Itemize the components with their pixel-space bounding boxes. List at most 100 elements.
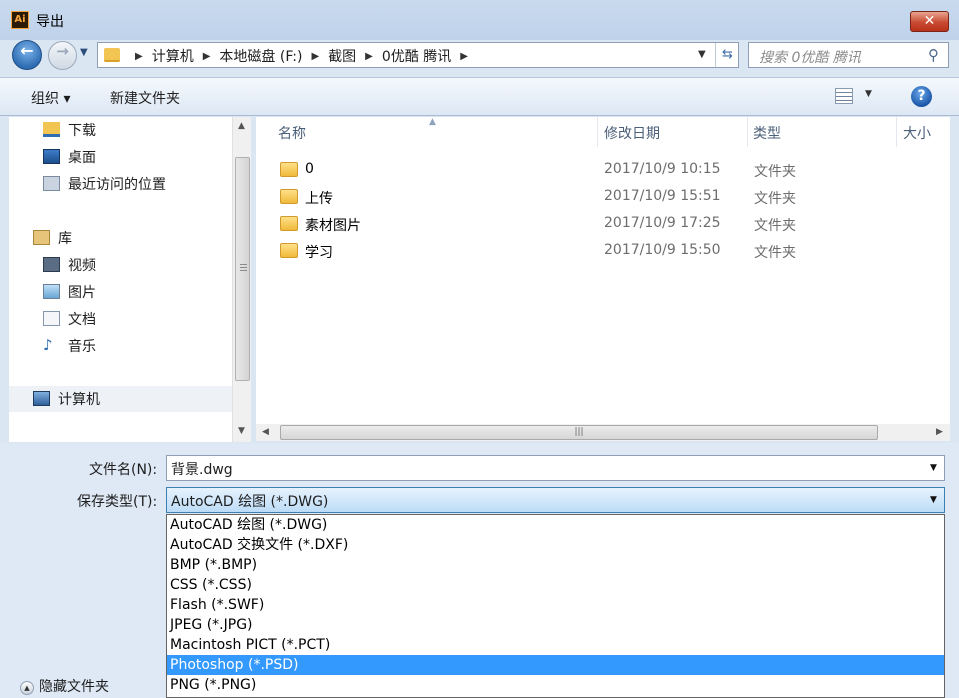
nav-item-documents[interactable]: 文档 — [9, 307, 232, 331]
filetype-option[interactable]: PNG (*.PNG) — [167, 675, 944, 695]
file-name: 学习 — [305, 245, 333, 261]
folder-icon — [280, 243, 298, 258]
help-icon[interactable]: ? — [911, 86, 932, 107]
filetype-option[interactable]: JPEG (*.JPG) — [167, 615, 944, 635]
scrollbar-thumb[interactable]: ||| — [280, 425, 878, 440]
file-name: 上传 — [305, 191, 333, 207]
chevron-down-icon[interactable]: ▼ — [865, 89, 872, 99]
search-input[interactable]: 搜索 0优酷 腾讯 ⚲ — [748, 42, 949, 68]
chevron-down-icon[interactable]: ▼ — [930, 463, 937, 473]
chevron-right-icon[interactable]: ▶ — [365, 51, 373, 62]
breadcrumb-current[interactable]: 0优酷 腾讯 — [382, 46, 451, 66]
filename-value: 背景.dwg — [171, 462, 233, 478]
view-options-icon[interactable] — [835, 88, 853, 104]
forward-button[interactable]: → — [48, 41, 77, 70]
column-header-date[interactable]: 修改日期 — [604, 123, 660, 143]
search-icon[interactable]: ⚲ — [928, 46, 939, 64]
filetype-option[interactable]: Macintosh PICT (*.PCT) — [167, 635, 944, 655]
column-divider[interactable] — [597, 117, 598, 147]
address-bar[interactable]: ▶ 计算机 ▶ 本地磁盘 (F:) ▶ 截图 ▶ 0优酷 腾讯 ▶ ▼ ⇆ — [97, 42, 739, 68]
filetype-select[interactable]: AutoCAD 绘图 (*.DWG) ▼ — [166, 487, 945, 513]
chevron-right-icon[interactable]: ▶ — [203, 51, 211, 62]
pictures-icon — [43, 284, 60, 299]
chevron-down-icon[interactable]: ▼ — [930, 495, 937, 505]
nav-item-computer[interactable]: 计算机 — [9, 386, 232, 412]
file-list: ▲ 名称 修改日期 类型 大小 0 2017/10/9 10:15 文件夹 上传… — [256, 117, 950, 424]
filetype-option-highlighted[interactable]: Photoshop (*.PSD) — [167, 655, 944, 675]
column-divider[interactable] — [896, 117, 897, 147]
nav-item-music[interactable]: ♪ 音乐 — [9, 334, 232, 358]
nav-label: 视频 — [68, 258, 96, 274]
nav-item-downloads[interactable]: 下载 — [9, 118, 232, 142]
filetype-option[interactable]: AutoCAD 绘图 (*.DWG) — [167, 515, 944, 535]
nav-item-libraries[interactable]: 库 — [9, 226, 232, 250]
scroll-down-icon[interactable]: ▼ — [238, 426, 245, 436]
breadcrumb-screenshots[interactable]: 截图 — [328, 46, 356, 66]
table-row[interactable]: 上传 2017/10/9 15:51 文件夹 — [274, 185, 950, 210]
close-button[interactable]: ✕ — [910, 11, 949, 32]
filename-field[interactable]: 背景.dwg ▼ — [166, 455, 945, 481]
grip-line — [240, 267, 247, 268]
folder-icon — [280, 216, 298, 231]
file-type: 文件夹 — [754, 191, 796, 207]
nav-label: 最近访问的位置 — [68, 177, 166, 193]
filetype-option[interactable]: AutoCAD 交换文件 (*.DXF) — [167, 535, 944, 555]
nav-label: 桌面 — [68, 150, 96, 166]
folder-icon — [280, 189, 298, 204]
nav-pane-scrollbar[interactable]: ▲ ▼ — [232, 117, 251, 442]
nav-item-videos[interactable]: 视频 — [9, 253, 232, 277]
nav-item-desktop[interactable]: 桌面 — [9, 145, 232, 169]
address-dropdown-icon[interactable]: ▼ — [698, 49, 706, 60]
file-list-horizontal-scrollbar[interactable]: ◀ ||| ▶ — [256, 424, 950, 441]
filetype-option[interactable]: BMP (*.BMP) — [167, 555, 944, 575]
column-header-name[interactable]: 名称 — [278, 123, 306, 143]
table-row[interactable]: 学习 2017/10/9 15:50 文件夹 — [274, 239, 950, 264]
nav-label: 图片 — [68, 285, 96, 301]
chevron-right-icon[interactable]: ▶ — [460, 51, 468, 62]
scroll-left-icon[interactable]: ◀ — [262, 427, 269, 437]
nav-item-pictures[interactable]: 图片 — [9, 280, 232, 304]
file-name: 0 — [305, 161, 314, 177]
file-name: 素材图片 — [305, 218, 361, 234]
hide-folders-toggle[interactable]: ▲ 隐藏文件夹 — [20, 676, 109, 696]
column-header-size[interactable]: 大小 — [903, 123, 931, 143]
back-button[interactable]: ← — [12, 40, 42, 70]
chevron-right-icon[interactable]: ▶ — [135, 51, 143, 62]
breadcrumb: ▶ 计算机 ▶ 本地磁盘 (F:) ▶ 截图 ▶ 0优酷 腾讯 ▶ — [126, 46, 477, 66]
documents-icon — [43, 311, 60, 326]
nav-label: 计算机 — [58, 392, 100, 408]
file-date: 2017/10/9 15:50 — [604, 242, 721, 258]
computer-icon — [33, 391, 50, 406]
organize-button[interactable]: 组织 ▾ — [31, 88, 70, 108]
table-row[interactable]: 素材图片 2017/10/9 17:25 文件夹 — [274, 212, 950, 237]
breadcrumb-local-disk[interactable]: 本地磁盘 (F:) — [219, 46, 302, 66]
filetype-dropdown-list: AutoCAD 绘图 (*.DWG) AutoCAD 交换文件 (*.DXF) … — [166, 514, 945, 698]
dialog-window: Ai 导出 ✕ ← → ▼ ▶ 计算机 ▶ 本地磁盘 (F:) ▶ 截图 ▶ 0… — [0, 0, 959, 698]
search-placeholder: 搜索 0优酷 腾讯 — [759, 50, 861, 66]
sort-ascending-icon: ▲ — [429, 117, 436, 127]
nav-label: 文档 — [68, 312, 96, 328]
chevron-right-icon[interactable]: ▶ — [311, 51, 319, 62]
column-divider[interactable] — [747, 117, 748, 147]
nav-item-recent-places[interactable]: 最近访问的位置 — [9, 172, 232, 196]
downloads-icon — [43, 122, 60, 137]
history-dropdown-icon[interactable]: ▼ — [80, 47, 88, 58]
nav-label: 音乐 — [68, 339, 96, 355]
filetype-option[interactable]: CSS (*.CSS) — [167, 575, 944, 595]
videos-icon — [43, 257, 60, 272]
column-header-type[interactable]: 类型 — [753, 123, 781, 143]
scroll-right-icon[interactable]: ▶ — [936, 427, 943, 437]
file-type: 文件夹 — [754, 245, 796, 261]
new-folder-button[interactable]: 新建文件夹 — [110, 88, 180, 108]
filename-label: 文件名(N): — [89, 462, 158, 478]
table-row[interactable]: 0 2017/10/9 10:15 文件夹 — [274, 158, 950, 183]
folder-icon — [280, 162, 298, 177]
scroll-up-icon[interactable]: ▲ — [238, 121, 245, 131]
nav-label: 库 — [58, 231, 72, 247]
file-type: 文件夹 — [754, 218, 796, 234]
filetype-label: 保存类型(T): — [77, 494, 158, 510]
scrollbar-thumb[interactable] — [235, 157, 250, 381]
refresh-icon[interactable]: ⇆ — [715, 43, 739, 67]
filetype-option[interactable]: Flash (*.SWF) — [167, 595, 944, 615]
breadcrumb-computer[interactable]: 计算机 — [152, 46, 194, 66]
